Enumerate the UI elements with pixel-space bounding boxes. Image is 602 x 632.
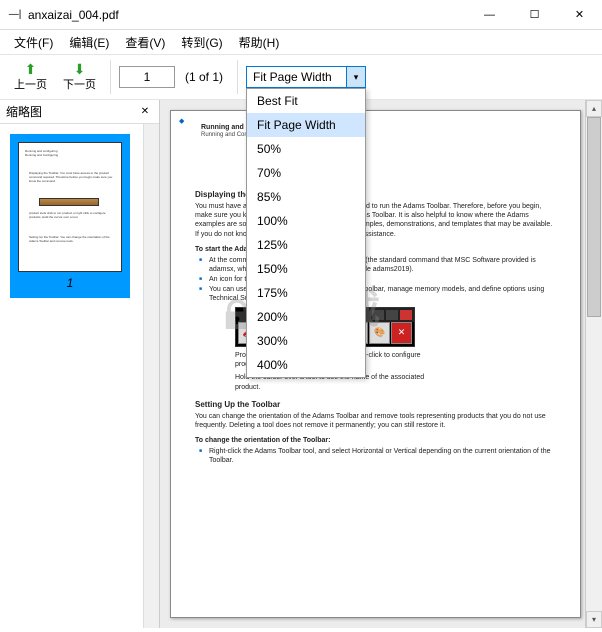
- zoom-option[interactable]: Best Fit: [247, 89, 365, 113]
- zoom-option[interactable]: 175%: [247, 281, 365, 305]
- thumbnail-number: 1: [67, 276, 74, 290]
- scroll-thumb[interactable]: [587, 117, 601, 317]
- pdf-page: ◆ Running and configuring Running and Co…: [170, 110, 581, 618]
- zoom-option[interactable]: 100%: [247, 209, 365, 233]
- thumbnail-selected[interactable]: Running and configuringRunning and Confi…: [10, 134, 130, 298]
- main-scrollbar[interactable]: ▴ ▾: [585, 100, 602, 628]
- sidebar-scrollbar[interactable]: [143, 124, 159, 628]
- zoom-option[interactable]: 150%: [247, 257, 365, 281]
- tb-icon: 🎨: [369, 322, 390, 344]
- zoom-dropdown-list: Best FitFit Page Width50%70%85%100%125%1…: [246, 88, 366, 378]
- menu-view[interactable]: 查看(V): [117, 32, 173, 53]
- menu-goto[interactable]: 转到(G): [173, 32, 230, 53]
- para-setup-1: You can change the orientation of the Ad…: [195, 412, 556, 430]
- sidebar-header: 缩略图 ✕: [0, 100, 159, 124]
- thumbnails-area: Running and configuringRunning and Confi…: [0, 124, 143, 628]
- page-count-label: (1 of 1): [185, 70, 223, 84]
- app-icon: —|: [8, 8, 22, 22]
- para-setup-2: To change the orientation of the Toolbar…: [195, 436, 556, 445]
- chevron-down-icon: ▾: [354, 72, 359, 83]
- sidebar-close-button[interactable]: ✕: [137, 104, 153, 120]
- page-number-input[interactable]: [119, 66, 175, 88]
- separator: [110, 60, 111, 94]
- zoom-option[interactable]: 85%: [247, 185, 365, 209]
- next-label: 下一页: [63, 76, 96, 92]
- zoom-option[interactable]: 125%: [247, 233, 365, 257]
- titlebar: —| anxaizai_004.pdf — ☐ ✕: [0, 0, 602, 30]
- toolbar: ⬆ 上一页 ⬇ 下一页 (1 of 1) ▾ Best FitFit Page …: [0, 54, 602, 100]
- prev-page-button[interactable]: ⬆ 上一页: [8, 60, 53, 94]
- menubar: 文件(F) 编辑(E) 查看(V) 转到(G) 帮助(H): [0, 30, 602, 54]
- arrow-down-icon: ⬇: [74, 62, 86, 76]
- zoom-input[interactable]: [246, 66, 346, 88]
- prev-label: 上一页: [14, 76, 47, 92]
- tb-icon-close: ✕: [391, 322, 412, 344]
- zoom-dropdown-button[interactable]: ▾: [346, 66, 366, 88]
- window-title: anxaizai_004.pdf: [28, 8, 467, 22]
- zoom-option[interactable]: 300%: [247, 329, 365, 353]
- thumbnails-sidebar: 缩略图 ✕ Running and configuringRunning and…: [0, 100, 160, 628]
- zoom-option[interactable]: Fit Page Width: [247, 113, 365, 137]
- close-button[interactable]: ✕: [557, 0, 602, 30]
- zoom-combobox: ▾ Best FitFit Page Width50%70%85%100%125…: [246, 66, 366, 88]
- next-page-button[interactable]: ⬇ 下一页: [57, 60, 102, 94]
- zoom-option[interactable]: 70%: [247, 161, 365, 185]
- sidebar-title: 缩略图: [6, 103, 42, 120]
- section-setup: Setting Up the Toolbar: [195, 400, 556, 410]
- main-view: ◆ Running and configuring Running and Co…: [160, 100, 602, 628]
- zoom-option[interactable]: 50%: [247, 137, 365, 161]
- menu-help[interactable]: 帮助(H): [231, 32, 288, 53]
- zoom-option[interactable]: 400%: [247, 353, 365, 377]
- minimize-button[interactable]: —: [467, 0, 512, 30]
- window-buttons: — ☐ ✕: [467, 0, 602, 30]
- thumbnail-page: Running and configuringRunning and Confi…: [18, 142, 122, 272]
- zoom-option[interactable]: 200%: [247, 305, 365, 329]
- separator: [237, 60, 238, 94]
- page-marker-icon: ◆: [179, 117, 184, 126]
- arrow-up-icon: ⬆: [25, 62, 37, 76]
- maximize-button[interactable]: ☐: [512, 0, 557, 30]
- page-area[interactable]: ◆ Running and configuring Running and Co…: [160, 100, 585, 628]
- bullet-s1: Right-click the Adams Toolbar tool, and …: [209, 447, 556, 465]
- scroll-up-button[interactable]: ▴: [586, 100, 602, 117]
- scroll-down-button[interactable]: ▾: [586, 611, 602, 628]
- menu-file[interactable]: 文件(F): [6, 32, 61, 53]
- menu-edit[interactable]: 编辑(E): [61, 32, 117, 53]
